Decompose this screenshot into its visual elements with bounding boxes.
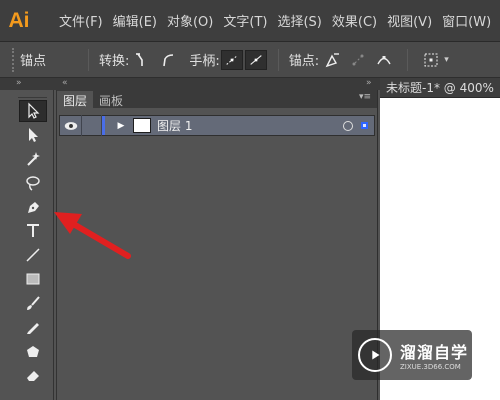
menu-window[interactable]: 窗口(W) bbox=[437, 11, 496, 30]
app-logo: Ai bbox=[8, 8, 30, 32]
remove-anchor-icon[interactable] bbox=[322, 50, 342, 70]
tab-layers[interactable]: 图层 bbox=[57, 91, 94, 108]
lock-toggle[interactable] bbox=[82, 115, 102, 136]
layers-panel-tabs: 图层 画板 ▾≡ bbox=[57, 90, 377, 108]
watermark-play-logo-icon bbox=[358, 338, 392, 372]
chevron-down-icon[interactable]: ▾ bbox=[444, 55, 449, 65]
convert-to-corner-icon[interactable] bbox=[132, 50, 152, 70]
type-tool-icon[interactable] bbox=[19, 220, 47, 242]
tools-panel bbox=[12, 90, 54, 400]
eraser-tool-icon[interactable] bbox=[19, 364, 47, 386]
divider bbox=[88, 48, 90, 71]
line-tool-icon[interactable] bbox=[19, 244, 47, 266]
rectangle-tool-icon[interactable] bbox=[19, 268, 47, 290]
menu-view[interactable]: 视图(V) bbox=[382, 11, 437, 30]
layer-thumbnail bbox=[133, 118, 151, 133]
watermark-subtitle: ZIXUE.3D66.COM bbox=[400, 363, 461, 371]
expand-triangle-icon[interactable]: ▶ bbox=[113, 121, 129, 131]
layer-color-swatch bbox=[102, 116, 105, 135]
layer-selection-indicator-icon[interactable] bbox=[361, 122, 368, 129]
layer-target-icon[interactable] bbox=[343, 120, 353, 131]
pen-tool-icon[interactable] bbox=[19, 196, 47, 218]
layer-name[interactable]: 图层 1 bbox=[157, 117, 343, 134]
divider bbox=[407, 48, 409, 71]
shaper-tool-icon[interactable] bbox=[19, 340, 47, 362]
anchor-mode-label: 锚点 bbox=[20, 54, 47, 69]
menu-object[interactable]: 对象(O) bbox=[162, 11, 218, 30]
panel-menu-icon[interactable]: ▾≡ bbox=[359, 92, 371, 102]
divider bbox=[277, 48, 279, 71]
connect-anchors-icon[interactable] bbox=[348, 50, 368, 70]
menu-select[interactable]: 选择(S) bbox=[272, 11, 326, 30]
anchors-label: 锚点: bbox=[288, 54, 320, 69]
menu-file[interactable]: 文件(F) bbox=[54, 11, 108, 30]
cut-path-icon[interactable] bbox=[374, 50, 394, 70]
visibility-eye-icon[interactable] bbox=[60, 115, 82, 136]
watermark-text: 溜溜自学 ZIXUE.3D66.COM bbox=[400, 339, 468, 371]
tools-panel-grip[interactable] bbox=[18, 90, 47, 98]
watermark-title: 溜溜自学 bbox=[400, 343, 469, 362]
convert-to-smooth-icon[interactable] bbox=[158, 50, 178, 70]
document-tab[interactable]: 未标题-1* @ 400% bbox=[380, 78, 500, 98]
collapse-panels-icon[interactable]: « bbox=[62, 78, 68, 88]
control-bar: 锚点 转换: 手柄: 锚点: ▾ bbox=[0, 42, 500, 78]
pencil-tool-icon[interactable] bbox=[19, 316, 47, 338]
layer-row[interactable]: ▶ 图层 1 bbox=[59, 115, 375, 136]
collapse-tools-icon[interactable]: » bbox=[16, 78, 22, 88]
menu-bar: Ai 文件(F) 编辑(E) 对象(O) 文字(T) 选择(S) 效果(C) 视… bbox=[0, 0, 500, 42]
transform-grid-icon[interactable] bbox=[421, 50, 441, 70]
direct-selection-tool-icon[interactable] bbox=[19, 124, 47, 146]
watermark: 溜溜自学 ZIXUE.3D66.COM bbox=[352, 330, 472, 380]
handles-label: 手柄: bbox=[189, 54, 220, 69]
hide-handles-icon[interactable] bbox=[244, 49, 267, 70]
convert-label: 转换: bbox=[99, 54, 130, 69]
expand-panels-icon[interactable]: » bbox=[366, 78, 372, 88]
menu-edit[interactable]: 编辑(E) bbox=[108, 11, 162, 30]
menu-type[interactable]: 文字(T) bbox=[218, 11, 272, 30]
paintbrush-tool-icon[interactable] bbox=[19, 292, 47, 314]
show-handles-icon[interactable] bbox=[220, 49, 243, 70]
tab-artboards[interactable]: 画板 bbox=[93, 91, 129, 108]
menu-effect[interactable]: 效果(C) bbox=[327, 11, 382, 30]
selection-tool-icon[interactable] bbox=[19, 100, 47, 122]
lasso-tool-icon[interactable] bbox=[19, 172, 47, 194]
layers-panel: 图层 画板 ▾≡ ▶ 图层 1 bbox=[56, 90, 378, 400]
magic-wand-tool-icon[interactable] bbox=[19, 148, 47, 170]
control-bar-grip[interactable] bbox=[12, 47, 20, 72]
